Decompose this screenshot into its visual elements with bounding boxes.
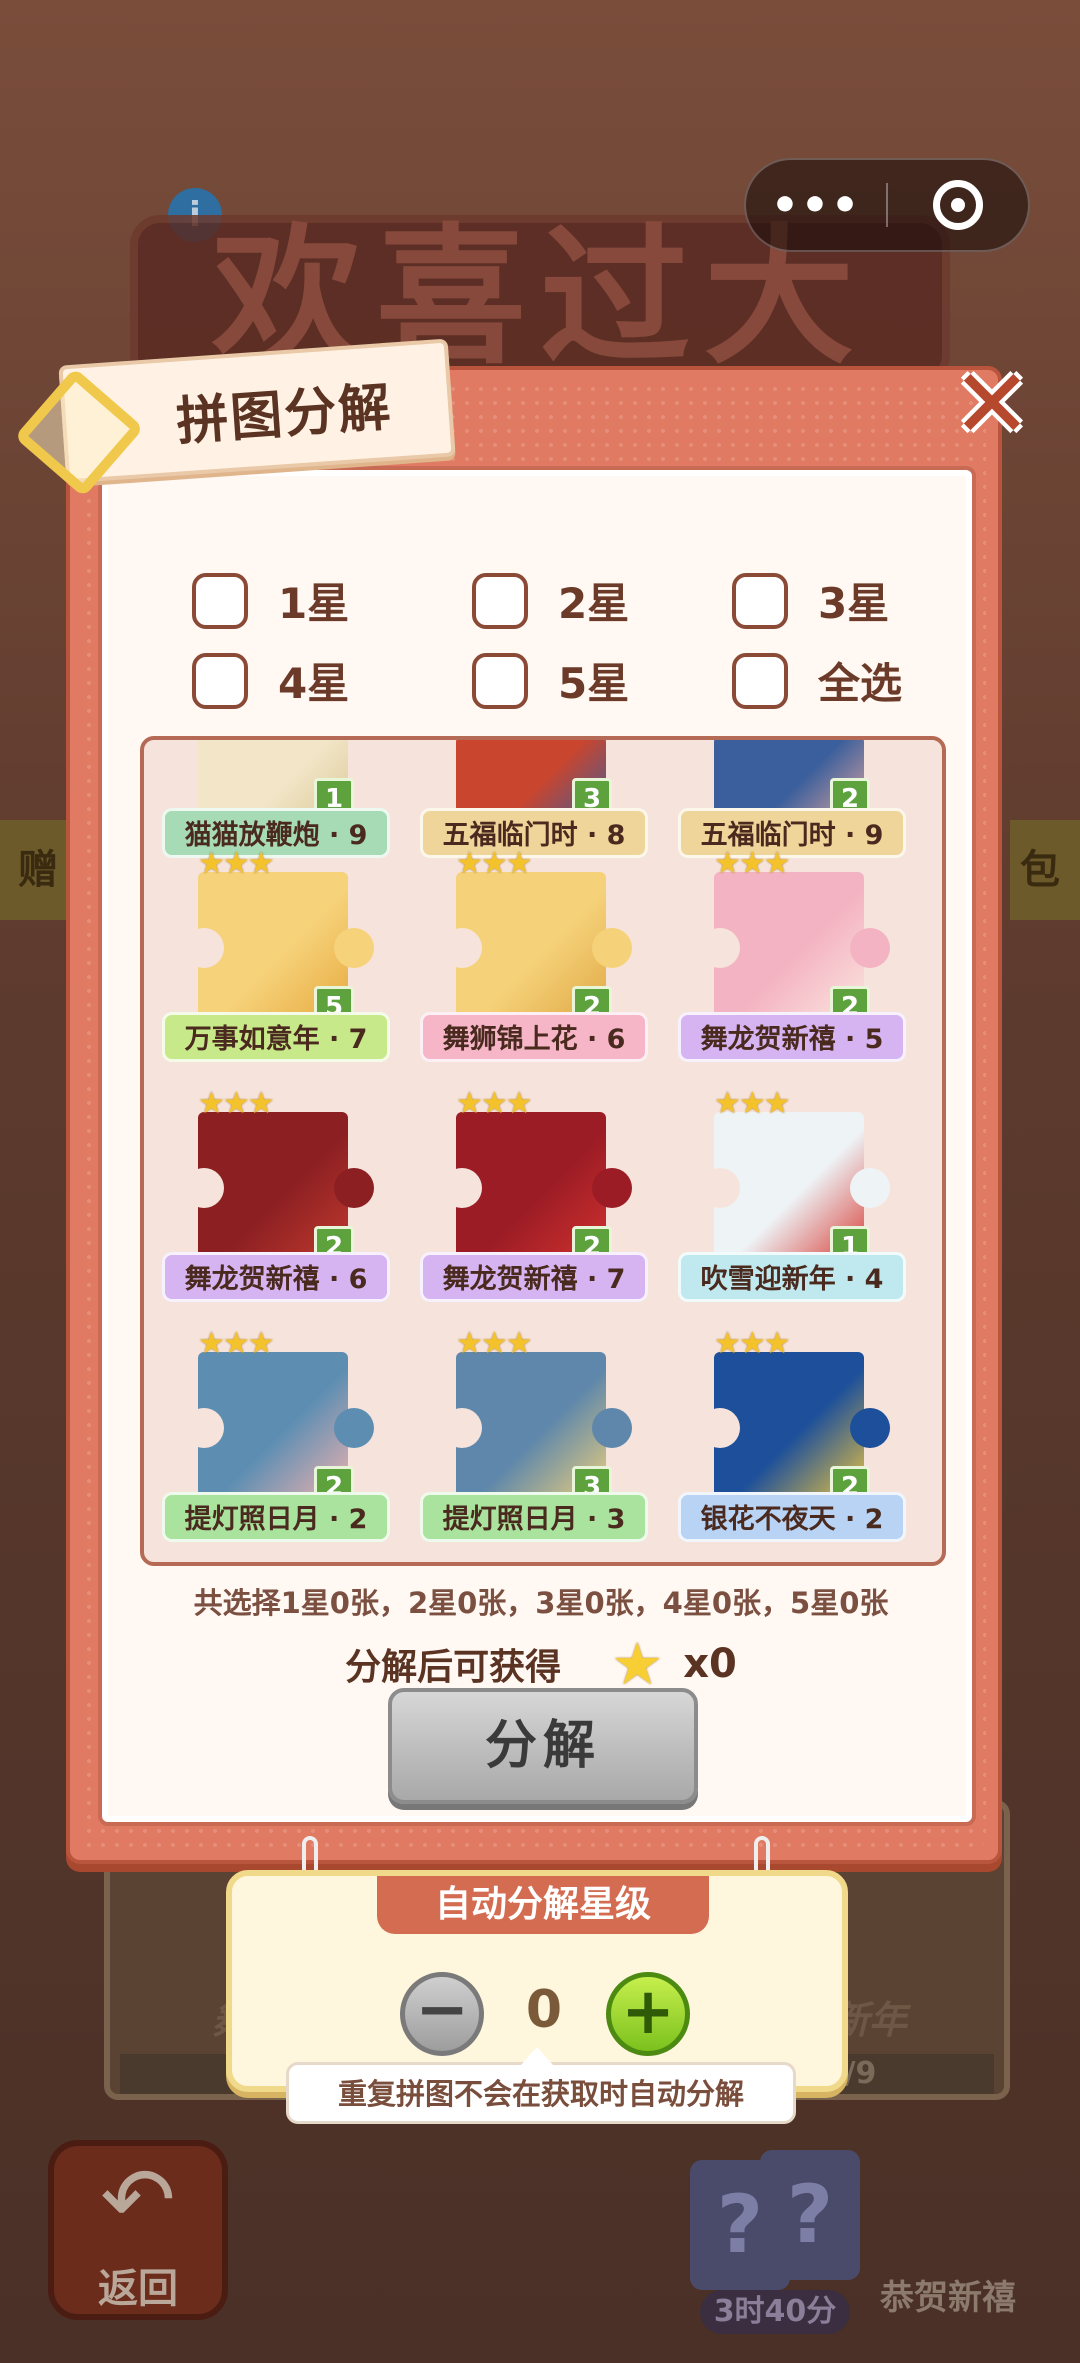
filter-3-star[interactable]: 3星 (732, 570, 889, 631)
dialog-body: 1星 2星 3星 4星 5星 全选 1 猫猫放鞭炮 · 9 3 五福临门时 · … (98, 466, 976, 1826)
side-banner-left: 赠 (0, 820, 70, 920)
puzzle-knob (184, 1168, 224, 1208)
puzzle-piece-card[interactable]: 3 五福临门时 · 8 (406, 740, 662, 858)
selection-summary: 共选择1星0张，2星0张，3星0张，4星0张，5星0张 (193, 1586, 889, 1620)
piece-name-ribbon: 吹雪迎新年 · 4 (678, 1252, 906, 1302)
side-banner-right: 包 (1010, 820, 1080, 920)
puzzle-knob (850, 1168, 890, 1208)
star-rating-icon: ★★★ (198, 1326, 275, 1361)
puzzle-piece-card[interactable]: ★★★ 2 舞狮锦上花 · 6 (406, 836, 662, 1076)
puzzle-knob (592, 1168, 632, 1208)
plus-button[interactable]: + (606, 1972, 690, 2056)
puzzle-piece-card[interactable]: ★★★ 2 舞龙贺新禧 · 5 (664, 836, 920, 1076)
puzzle-piece-card[interactable]: ★★★ 5 万事如意年 · 7 (148, 836, 404, 1076)
puzzle-knob (592, 1408, 632, 1448)
puzzle-knob (334, 1408, 374, 1448)
puzzle-knob (442, 928, 482, 968)
puzzle-knob (334, 928, 374, 968)
star-rating-icon: ★★★ (714, 846, 791, 881)
checkbox[interactable] (472, 652, 528, 709)
star-rating-icon: ★★★ (198, 1086, 275, 1121)
decompose-dialog: 1星 2星 3星 4星 5星 全选 1 猫猫放鞭炮 · 9 3 五福临门时 · … (14, 338, 1032, 1864)
checkbox[interactable] (732, 572, 788, 629)
dialog-title: 拼图分解 (174, 377, 395, 453)
puzzle-knob (442, 1168, 482, 1208)
puzzle-knob (700, 928, 740, 968)
puzzle-grid: 1 猫猫放鞭炮 · 9 3 五福临门时 · 8 2 五福临门时 · 9 ★★★ 5 万事如意年 … (140, 736, 946, 1566)
piece-name-ribbon: 万事如意年 · 7 (162, 1012, 390, 1062)
star-filters: 1星 2星 3星 4星 5星 全选 (192, 570, 952, 720)
puzzle-piece-card[interactable]: ★★★ 2 舞龙贺新禧 · 7 (406, 1076, 662, 1316)
puzzle-knob (700, 1408, 740, 1448)
piece-name-ribbon: 提灯照日月 · 3 (420, 1492, 648, 1542)
filter-1-star[interactable]: 1星 (192, 570, 349, 631)
filter-2-star[interactable]: 2星 (472, 570, 629, 631)
checkbox[interactable] (192, 572, 248, 629)
star-rating-icon: ★★★ (456, 1086, 533, 1121)
target-icon (933, 180, 983, 230)
star-rating-icon: ★★★ (456, 846, 533, 881)
puzzle-piece-card[interactable]: ★★★ 3 提灯照日月 · 3 (406, 1316, 662, 1556)
piece-name-ribbon: 舞龙贺新禧 · 7 (420, 1252, 648, 1302)
close-icon[interactable]: ✕ (950, 356, 1034, 452)
filter-4-star[interactable]: 4星 (192, 650, 349, 711)
piece-name-ribbon: 提灯照日月 · 2 (162, 1492, 390, 1542)
checkbox[interactable] (472, 572, 528, 629)
star-rating-icon: ★★★ (714, 1326, 791, 1361)
puzzle-piece-card[interactable]: ★★★ 1 吹雪迎新年 · 4 (664, 1076, 920, 1316)
puzzle-knob (850, 928, 890, 968)
auto-star-level: 0 (525, 1980, 563, 2040)
capsule-menu: ••• (744, 158, 1030, 252)
puzzle-knob (592, 928, 632, 968)
puzzle-piece-card[interactable]: ★★★ 2 银花不夜天 · 2 (664, 1316, 920, 1556)
gain-label: 分解后可获得 (345, 1647, 562, 1688)
mystery-card-icon: ? (760, 2150, 860, 2280)
puzzle-knob (184, 1408, 224, 1448)
puzzle-knob (700, 1168, 740, 1208)
puzzle-knob (334, 1168, 374, 1208)
decompose-button[interactable]: 分解 (388, 1688, 698, 1804)
piece-name-ribbon: 银花不夜天 · 2 (678, 1492, 906, 1542)
piece-name-ribbon: 舞龙贺新禧 · 6 (162, 1252, 390, 1302)
puzzle-piece-card[interactable]: ★★★ 2 提灯照日月 · 2 (148, 1316, 404, 1556)
timer: 3时40分 (700, 2290, 850, 2334)
back-arrow-icon: ↶ (100, 2148, 176, 2253)
gain-value: x0 (683, 1641, 737, 1687)
filter-5-star[interactable]: 5星 (472, 650, 629, 711)
puzzle-piece-card[interactable]: ★★★ 2 舞龙贺新禧 · 6 (148, 1076, 404, 1316)
piece-name-ribbon: 舞狮锦上花 · 6 (420, 1012, 648, 1062)
puzzle-piece-card[interactable]: 2 五福临门时 · 9 (664, 740, 920, 858)
auto-decompose-tip: 重复拼图不会在获取时自动分解 (286, 2047, 796, 2124)
puzzle-knob (184, 928, 224, 968)
puzzle-knob (850, 1408, 890, 1448)
auto-decompose-title: 自动分解星级 (377, 1876, 709, 1934)
puzzle-piece-card[interactable]: 1 猫猫放鞭炮 · 9 (148, 740, 404, 858)
filter-select-all[interactable]: 全选 (732, 650, 902, 711)
checkbox[interactable] (732, 652, 788, 709)
more-button[interactable]: ••• (746, 180, 886, 231)
minus-button[interactable]: − (400, 1972, 484, 2056)
piece-name-ribbon: 舞龙贺新禧 · 5 (678, 1012, 906, 1062)
close-miniprogram-button[interactable] (888, 180, 1028, 230)
star-rating-icon: ★★★ (714, 1086, 791, 1121)
back-button[interactable]: ↶ 返回 (48, 2140, 228, 2320)
star-rating-icon: ★★★ (456, 1326, 533, 1361)
star-rating-icon: ★★★ (198, 846, 275, 881)
puzzle-knob (442, 1408, 482, 1448)
greet-label: 恭贺新禧 (880, 2278, 1016, 2318)
checkbox[interactable] (192, 652, 248, 709)
